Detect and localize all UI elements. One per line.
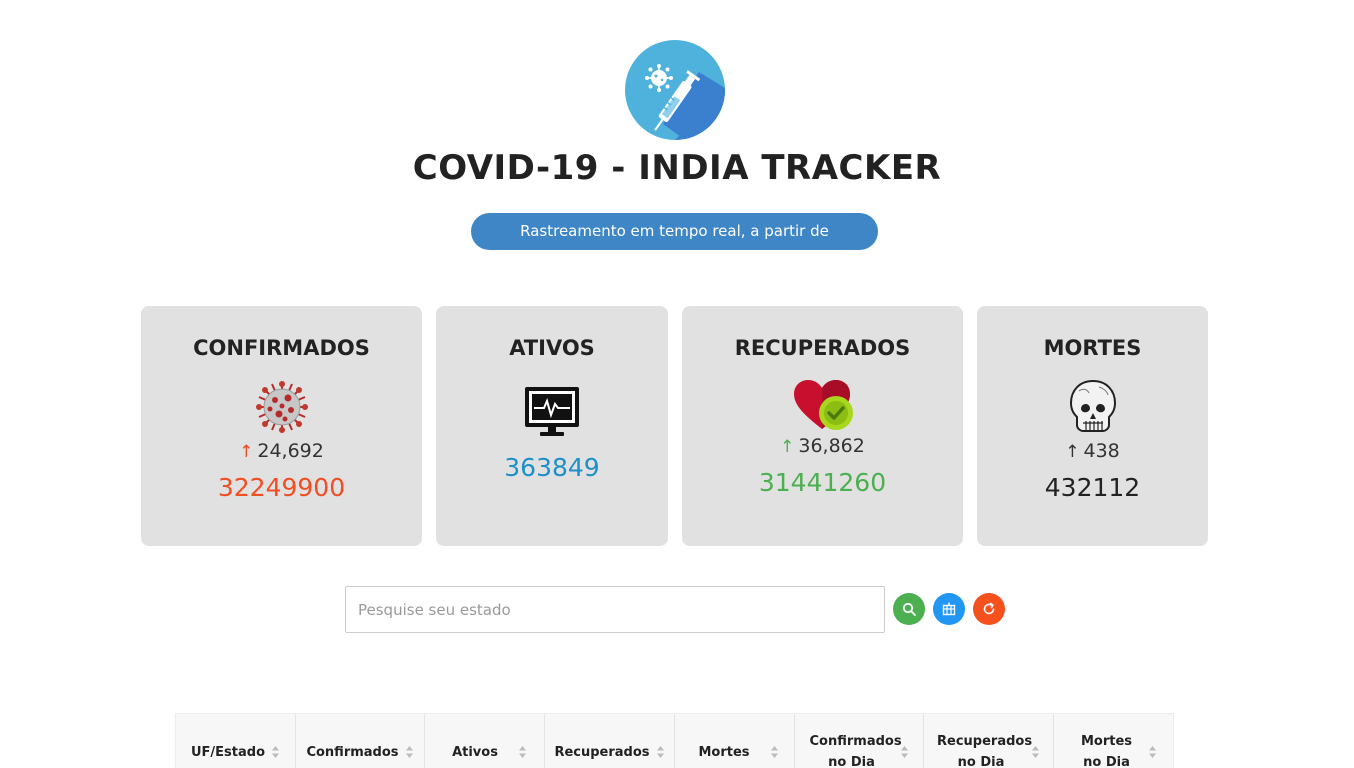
delta-value: 438 bbox=[1083, 440, 1120, 462]
card-confirmados: CONFIRMADOS ↑ 24,692 32249900 bbox=[141, 306, 422, 546]
search-icon bbox=[902, 602, 916, 616]
column-header-mortes[interactable]: Mortes bbox=[675, 714, 795, 768]
sort-icon bbox=[900, 746, 908, 758]
virus-icon bbox=[255, 380, 309, 439]
column-header-uf[interactable]: UF/Estado bbox=[176, 714, 296, 768]
app-logo bbox=[625, 40, 725, 140]
arrow-up-icon: ↑ bbox=[239, 442, 254, 462]
table-view-button[interactable] bbox=[933, 593, 965, 625]
delta-value: 24,692 bbox=[257, 440, 324, 462]
column-header-confirmados[interactable]: Confirmados bbox=[296, 714, 425, 768]
arrow-up-icon: ↑ bbox=[780, 437, 795, 457]
sort-icon bbox=[770, 746, 778, 758]
sort-icon bbox=[405, 746, 413, 758]
recuperados-total: 31441260 bbox=[758, 468, 887, 497]
heart-check-icon bbox=[792, 379, 854, 438]
states-table: UF/Estado Confirmados Ativos Recuperados… bbox=[175, 713, 1174, 768]
monitor-heartbeat-icon bbox=[524, 386, 580, 443]
arrow-up-icon: ↑ bbox=[1065, 442, 1080, 462]
column-header-confirmados-dia[interactable]: Confirmados no Dia bbox=[795, 714, 924, 768]
page-title: COVID-19 - INDIA TRACKER bbox=[412, 148, 942, 188]
column-header-label: UF/Estado bbox=[190, 744, 266, 760]
column-header-label: Recuperados bbox=[554, 744, 650, 760]
column-header-recuperados-dia[interactable]: Recuperados no Dia bbox=[924, 714, 1054, 768]
column-header-recuperados[interactable]: Recuperados bbox=[545, 714, 675, 768]
card-ativos: ATIVOS 363849 bbox=[436, 306, 668, 546]
card-title: RECUPERADOS bbox=[734, 336, 911, 360]
column-header-label: Mortes bbox=[698, 744, 750, 760]
refresh-button[interactable] bbox=[973, 593, 1005, 625]
skull-icon bbox=[1069, 379, 1117, 442]
recuperados-delta: ↑ 36,862 bbox=[682, 435, 963, 457]
confirmados-total: 32249900 bbox=[217, 473, 346, 502]
mortes-total: 432112 bbox=[1044, 473, 1141, 502]
search-input[interactable] bbox=[345, 586, 885, 633]
column-header-label: Ativos bbox=[452, 744, 498, 760]
sort-icon bbox=[656, 746, 664, 758]
confirmados-delta: ↑ 24,692 bbox=[141, 440, 422, 462]
card-mortes: MORTES ↑ 438 432112 bbox=[977, 306, 1208, 546]
column-header-ativos[interactable]: Ativos bbox=[425, 714, 545, 768]
column-header-label: Confirmados no Dia bbox=[809, 734, 902, 768]
table-icon bbox=[942, 602, 956, 616]
card-title: CONFIRMADOS bbox=[193, 336, 370, 360]
ativos-total: 363849 bbox=[504, 453, 600, 482]
column-header-label: Mortes no Dia bbox=[1080, 734, 1133, 768]
sort-icon bbox=[518, 746, 526, 758]
card-recuperados: RECUPERADOS ↑ 36,862 31441260 bbox=[682, 306, 963, 546]
sort-icon bbox=[1032, 746, 1039, 758]
card-title: ATIVOS bbox=[509, 336, 595, 360]
column-header-mortes-dia[interactable]: Mortes no Dia bbox=[1054, 714, 1174, 768]
refresh-icon bbox=[983, 602, 995, 615]
search-button[interactable] bbox=[893, 593, 925, 625]
delta-value: 36,862 bbox=[798, 435, 865, 457]
update-badge-label: Rastreamento em tempo real, a partir de bbox=[520, 222, 829, 240]
column-header-label: Recuperados no Dia bbox=[937, 734, 1033, 768]
card-title: MORTES bbox=[1043, 336, 1142, 360]
mortes-delta: ↑ 438 bbox=[977, 440, 1208, 462]
sort-icon bbox=[272, 746, 280, 758]
column-header-label: Confirmados bbox=[306, 744, 399, 760]
sort-icon bbox=[1148, 746, 1156, 758]
update-date: 29/04/2022 bbox=[627, 259, 722, 277]
update-badge: Rastreamento em tempo real, a partir de … bbox=[471, 213, 878, 277]
